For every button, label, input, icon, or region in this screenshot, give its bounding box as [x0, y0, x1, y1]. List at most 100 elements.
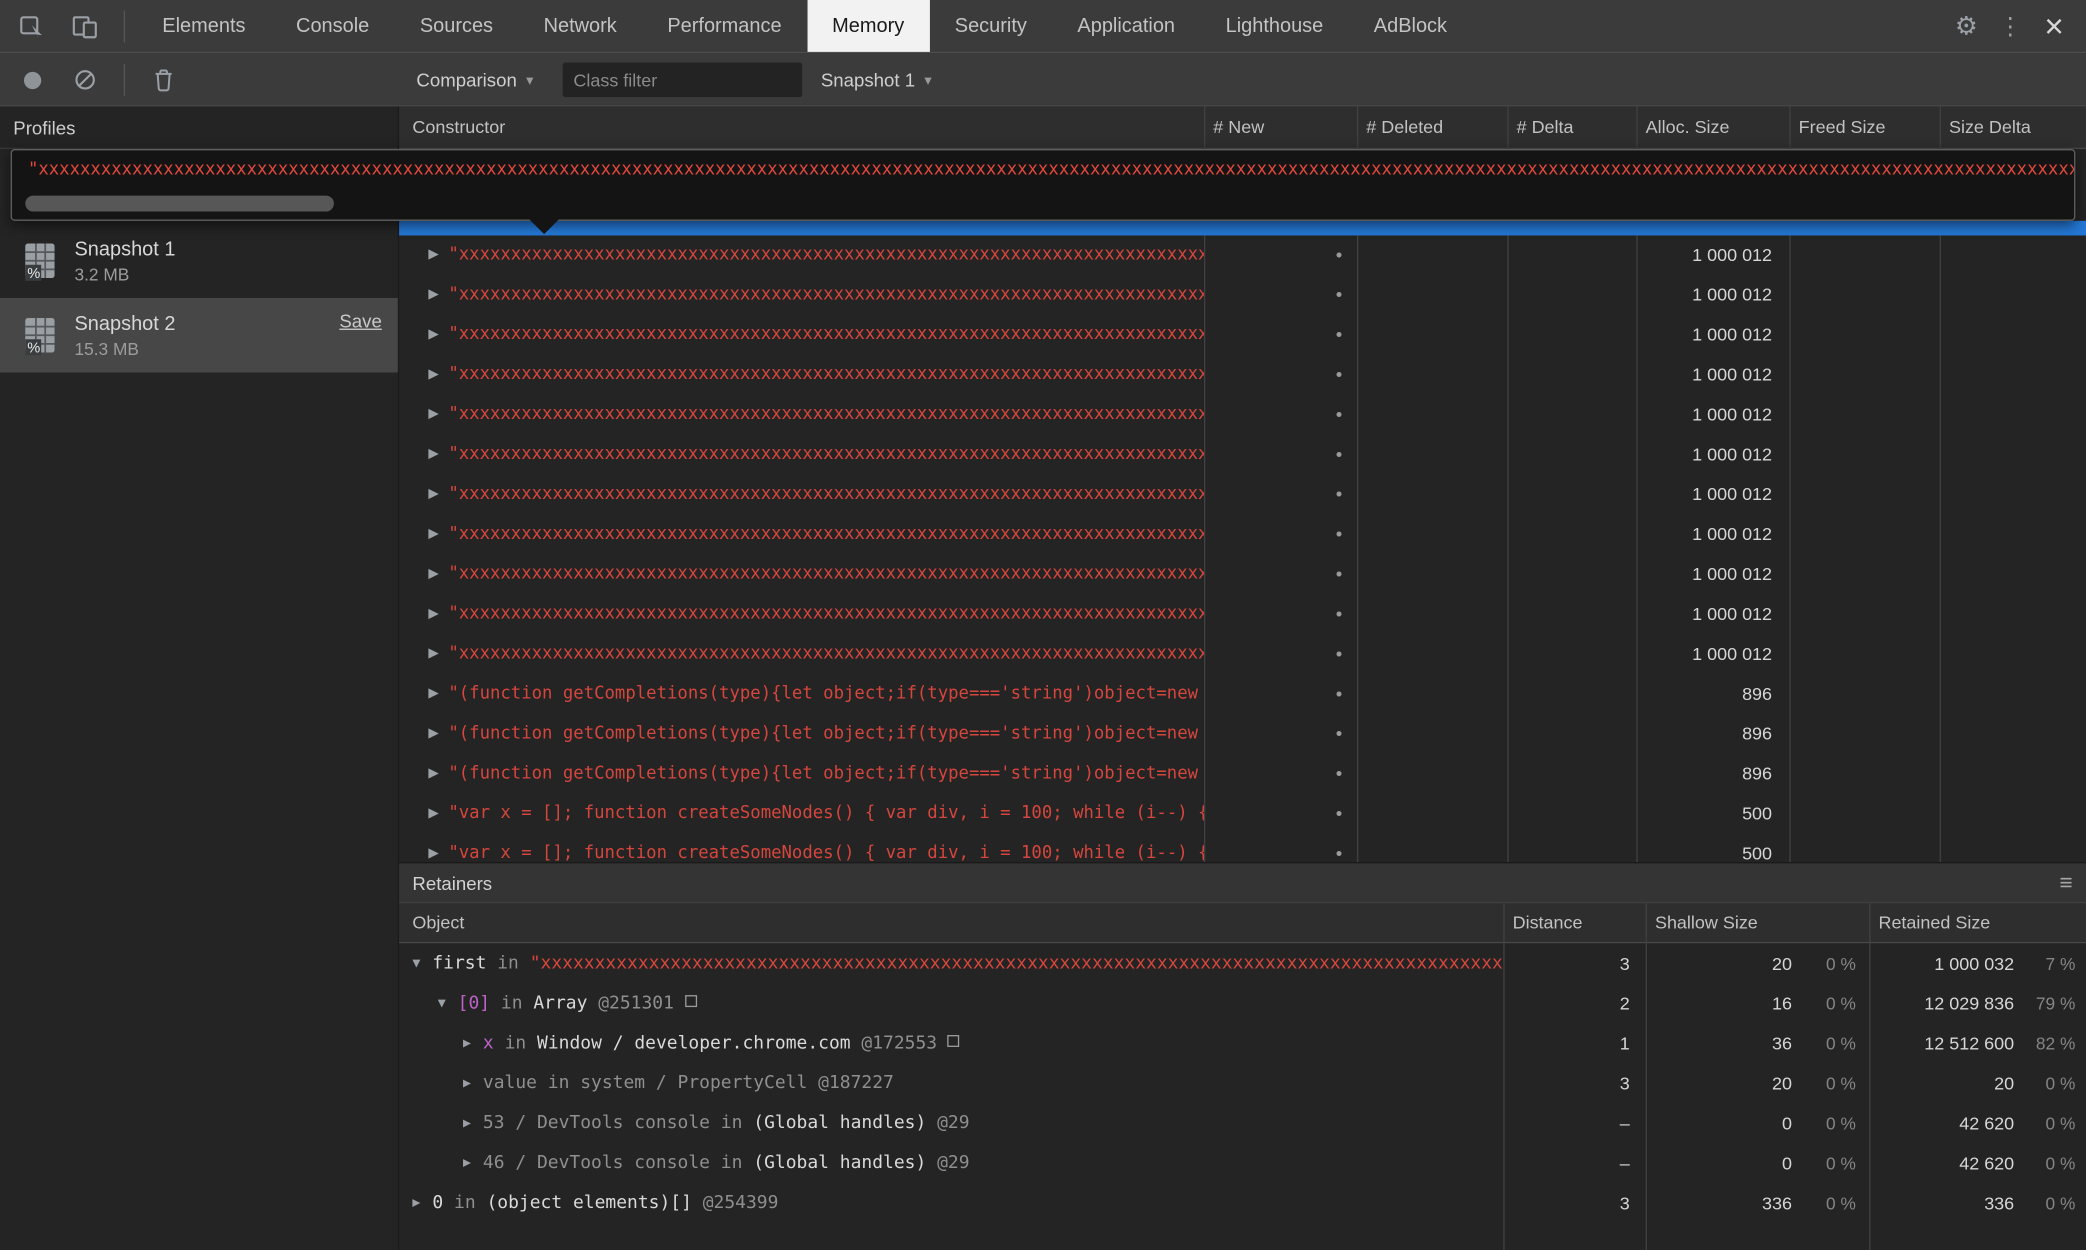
constructor-row[interactable]: ▶ "(function getCompletions(type){let ob… — [399, 753, 2086, 793]
constructor-row[interactable]: ▶ "xxxxxxxxxxxxxxxxxxxxxxxxxxxxxxxxxxxxx… — [399, 274, 2086, 314]
retainer-row[interactable]: ▶ value in system / PropertyCell @187227… — [399, 1063, 2086, 1103]
inspect-element-button[interactable] — [5, 0, 58, 53]
constructor-string: "xxxxxxxxxxxxxxxxxxxxxxxxxxxxxxxxxxxxxxx… — [448, 563, 1204, 583]
object-text-segment: in — [490, 992, 533, 1013]
expand-arrow-icon[interactable]: ▶ — [428, 327, 448, 342]
expand-arrow-icon[interactable]: ▶ — [463, 1076, 483, 1091]
close-devtools-button[interactable]: × — [2030, 0, 2078, 53]
constructor-row[interactable]: ▶ "xxxxxxxxxxxxxxxxxxxxxxxxxxxxxxxxxxxxx… — [399, 354, 2086, 394]
retainer-row[interactable]: ▶ x in Window / developer.chrome.com @17… — [399, 1023, 2086, 1063]
expand-arrow-icon[interactable]: ▶ — [428, 766, 448, 781]
settings-button[interactable]: ⚙ — [1942, 0, 1990, 53]
column-header-size-delta[interactable]: Size Delta — [1940, 106, 2086, 147]
expand-arrow-icon[interactable]: ▶ — [428, 287, 448, 302]
constructor-row[interactable]: ▶ "xxxxxxxxxxxxxxxxxxxxxxxxxxxxxxxxxxxxx… — [399, 633, 2086, 673]
delete-profile-button[interactable] — [137, 53, 190, 106]
column-header-delta[interactable]: # Delta — [1507, 106, 1636, 147]
column-header-freed-size[interactable]: Freed Size — [1789, 106, 1939, 147]
retainers-column-header-retained-size[interactable]: Retained Size — [1869, 903, 2086, 942]
tab-network[interactable]: Network — [518, 0, 642, 52]
retainer-row[interactable]: ▶ 46 / DevTools console in (Global handl… — [399, 1143, 2086, 1183]
tabbar-left-icons — [0, 0, 137, 52]
retainer-row[interactable]: ▼ first in "xxxxxxxxxxxxxxxxxxxxxxxxxxxx… — [399, 943, 2086, 983]
constructor-row[interactable]: ▶ "xxxxxxxxxxxxxxxxxxxxxxxxxxxxxxxxxxxxx… — [399, 234, 2086, 274]
constructor-row[interactable]: ▶ "xxxxxxxxxxxxxxxxxxxxxxxxxxxxxxxxxxxxx… — [399, 314, 2086, 354]
expand-arrow-icon[interactable]: ▼ — [438, 996, 458, 1011]
retainers-menu-icon[interactable]: ≡ — [2060, 869, 2073, 896]
expand-arrow-icon[interactable]: ▶ — [428, 446, 448, 461]
more-options-button[interactable]: ⋮ — [1990, 0, 2030, 53]
constructor-row[interactable]: ▶ "xxxxxxxxxxxxxxxxxxxxxxxxxxxxxxxxxxxxx… — [399, 474, 2086, 514]
expand-arrow-icon[interactable]: ▶ — [428, 845, 448, 860]
profile-item-snapshot-1[interactable]: % Snapshot 1 3.2 MB — [0, 224, 398, 299]
constructor-row[interactable]: ▶ "var x = []; function createSomeNodes(… — [399, 833, 2086, 862]
reveal-icon[interactable] — [948, 1035, 960, 1047]
expand-arrow-icon[interactable]: ▶ — [463, 1116, 483, 1131]
expand-arrow-icon[interactable]: ▶ — [428, 726, 448, 741]
constructor-row[interactable]: ▶ "xxxxxxxxxxxxxxxxxxxxxxxxxxxxxxxxxxxxx… — [399, 514, 2086, 554]
new-count-cell: • — [1204, 713, 1357, 753]
expand-arrow-icon[interactable]: ▶ — [463, 1036, 483, 1051]
tab-adblock[interactable]: AdBlock — [1349, 0, 1473, 52]
constructor-row[interactable]: ▶ "xxxxxxxxxxxxxxxxxxxxxxxxxxxxxxxxxxxxx… — [399, 434, 2086, 474]
retained-size-cell: 42 620 0 % — [1869, 1103, 2086, 1143]
pending-value-bullet: • — [1336, 722, 1343, 743]
profile-item-snapshot-2[interactable]: % Snapshot 2 15.3 MB Save — [0, 298, 398, 373]
tab-lighthouse[interactable]: Lighthouse — [1200, 0, 1348, 52]
tab-sources[interactable]: Sources — [395, 0, 519, 52]
save-snapshot-link[interactable]: Save — [339, 310, 381, 331]
devtools-window: ElementsConsoleSourcesNetworkPerformance… — [0, 0, 2086, 1250]
expand-arrow-icon[interactable]: ▶ — [428, 247, 448, 262]
device-toolbar-button[interactable] — [59, 0, 112, 53]
constructor-row[interactable]: ▶ "(function getCompletions(type){let ob… — [399, 673, 2086, 713]
reveal-icon[interactable] — [685, 995, 697, 1007]
tab-security[interactable]: Security — [929, 0, 1052, 52]
constructor-row[interactable]: ▶ "(function getCompletions(type){let ob… — [399, 713, 2086, 753]
perspective-select[interactable]: Comparison ▾ — [416, 61, 533, 98]
clear-profiles-button[interactable] — [59, 53, 112, 106]
expand-arrow-icon[interactable]: ▼ — [412, 956, 432, 971]
constructor-row[interactable]: ▶ "xxxxxxxxxxxxxxxxxxxxxxxxxxxxxxxxxxxxx… — [399, 553, 2086, 593]
column-header-new[interactable]: # New — [1204, 106, 1357, 147]
constructor-row[interactable]: ▶ "var x = []; function createSomeNodes(… — [399, 793, 2086, 833]
expand-arrow-icon[interactable]: ▶ — [428, 406, 448, 421]
retained-size-value: 42 620 — [1869, 1113, 2014, 1133]
class-filter-input[interactable] — [563, 63, 802, 98]
column-header-constructor[interactable]: Constructor — [399, 106, 1204, 147]
tab-console[interactable]: Console — [271, 0, 395, 52]
tab-memory[interactable]: Memory — [807, 0, 930, 52]
retainers-column-header-object[interactable]: Object — [399, 903, 1503, 942]
retainer-row[interactable]: ▶ 53 / DevTools console in (Global handl… — [399, 1103, 2086, 1143]
expand-arrow-icon[interactable]: ▶ — [412, 1195, 432, 1210]
column-header-deleted[interactable]: # Deleted — [1357, 106, 1507, 147]
alloc-size-cell: 896 — [1636, 753, 1789, 793]
expand-arrow-icon[interactable]: ▶ — [428, 646, 448, 661]
constructor-row[interactable]: ▶ "xxxxxxxxxxxxxxxxxxxxxxxxxxxxxxxxxxxxx… — [399, 593, 2086, 633]
tab-performance[interactable]: Performance — [642, 0, 807, 52]
retainers-column-header-shallow-size[interactable]: Shallow Size — [1646, 903, 1870, 942]
record-heap-snapshot-button[interactable] — [5, 53, 58, 106]
expand-arrow-icon[interactable]: ▶ — [428, 486, 448, 501]
expand-arrow-icon[interactable]: ▶ — [428, 686, 448, 701]
constructor-row[interactable]: ▶ "xxxxxxxxxxxxxxxxxxxxxxxxxxxxxxxxxxxxx… — [399, 394, 2086, 434]
column-header-alloc-size[interactable]: Alloc. Size — [1636, 106, 1789, 147]
expand-arrow-icon[interactable]: ▶ — [428, 526, 448, 541]
freed-size-cell — [1789, 553, 1939, 593]
retained-size-value: 1 000 032 — [1869, 953, 2014, 973]
retained-size-cell: 336 0 % — [1869, 1183, 2086, 1223]
retainer-row[interactable]: ▼ [0] in Array @251301 2 16 0 % 12 029 8… — [399, 983, 2086, 1023]
expand-arrow-icon[interactable]: ▶ — [428, 566, 448, 581]
expand-arrow-icon[interactable]: ▶ — [428, 806, 448, 821]
tab-elements[interactable]: Elements — [137, 0, 271, 52]
base-snapshot-select[interactable]: Snapshot 1 ▾ — [821, 61, 932, 98]
toolbar-separator — [124, 64, 125, 96]
retainers-column-header-distance[interactable]: Distance — [1503, 903, 1645, 942]
constructor-string: "xxxxxxxxxxxxxxxxxxxxxxxxxxxxxxxxxxxxxxx… — [448, 404, 1204, 424]
tooltip-scrollbar[interactable] — [25, 196, 334, 212]
retainer-row[interactable]: ▶ 0 in (object elements)[] @254399 3 336… — [399, 1183, 2086, 1223]
tab-application[interactable]: Application — [1052, 0, 1200, 52]
expand-arrow-icon[interactable]: ▶ — [428, 606, 448, 621]
expand-arrow-icon[interactable]: ▶ — [463, 1155, 483, 1170]
delta-count-cell — [1507, 793, 1636, 833]
expand-arrow-icon[interactable]: ▶ — [428, 367, 448, 382]
